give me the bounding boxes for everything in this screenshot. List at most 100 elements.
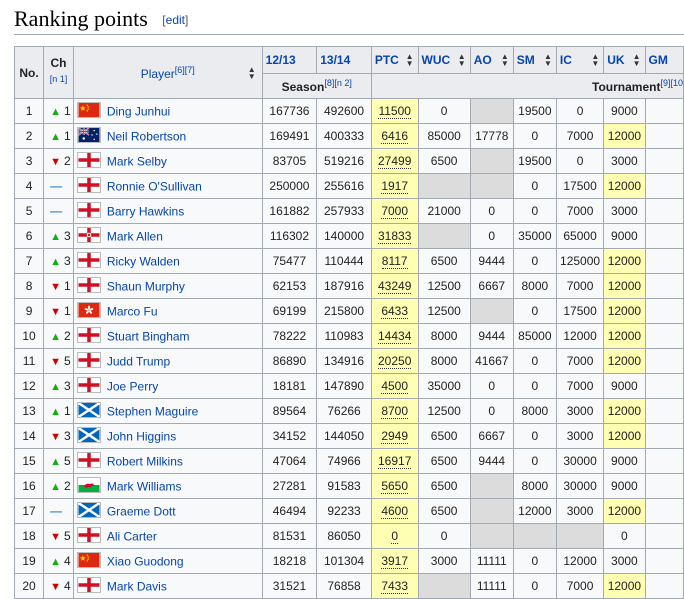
ptc-points[interactable]: 1917 xyxy=(370,173,419,199)
player-link[interactable]: Mark Selby xyxy=(107,154,167,168)
sm-points: 8000 xyxy=(512,398,557,424)
header-no[interactable]: No. xyxy=(13,46,45,99)
player-cell: Graeme Dott xyxy=(72,498,263,524)
player-link[interactable]: Judd Trump xyxy=(107,354,170,368)
ptc-points[interactable]: 43249 xyxy=(370,273,419,299)
ptc-points-value[interactable]: 14434 xyxy=(378,329,412,344)
header-col-wuc[interactable]: WUC ▲ ▼ xyxy=(417,46,471,74)
header-change[interactable]: Ch [n 1] xyxy=(43,46,74,99)
edit-link[interactable]: edit xyxy=(166,13,185,27)
header-col-uk[interactable]: UK ▲ ▼ xyxy=(603,46,646,74)
sm-points: 0 xyxy=(512,123,557,149)
sort-icon[interactable]: ▲ ▼ xyxy=(248,65,256,80)
player-link[interactable]: Mark Williams xyxy=(107,479,182,493)
ptc-points[interactable]: 11500 xyxy=(370,98,419,124)
ptc-points-value[interactable]: 5650 xyxy=(381,479,409,494)
ptc-points[interactable]: 3917 xyxy=(370,548,419,574)
player-link[interactable]: Ricky Walden xyxy=(107,254,180,268)
ptc-points[interactable]: 4600 xyxy=(370,498,419,524)
player-link[interactable]: Graeme Dott xyxy=(107,504,176,518)
header-player[interactable]: Player[6][7] ▲ ▼ xyxy=(72,46,263,99)
ptc-points[interactable]: 6433 xyxy=(370,298,419,324)
header-tournament-note[interactable]: [9][10 xyxy=(660,78,682,88)
ptc-points-value[interactable]: 6416 xyxy=(381,129,409,144)
rank-change: ▲ 1 xyxy=(43,123,74,149)
player-link[interactable]: Ronnie O'Sullivan xyxy=(107,179,202,193)
change-value: 5 xyxy=(63,529,71,543)
ptc-points[interactable]: 27499 xyxy=(370,148,419,174)
header-col-ic[interactable]: IC ▲ ▼ xyxy=(555,46,605,74)
ptc-points-value[interactable]: 4500 xyxy=(381,379,409,394)
header-col-sm[interactable]: SM ▲ ▼ xyxy=(512,46,557,74)
rank-number: 5 xyxy=(13,198,45,224)
player-link[interactable]: Joe Perry xyxy=(107,379,158,393)
ptc-points[interactable]: 5650 xyxy=(370,473,419,499)
header-col-ptc[interactable]: PTC ▲ ▼ xyxy=(370,46,419,74)
header-col-ao[interactable]: AO ▲ ▼ xyxy=(469,46,514,74)
header-col-1213[interactable]: 12/13 xyxy=(261,46,318,74)
player-link[interactable]: Ali Carter xyxy=(107,529,157,543)
ptc-points[interactable]: 20250 xyxy=(370,348,419,374)
ptc-points-value[interactable]: 6433 xyxy=(381,304,409,319)
ptc-points[interactable]: 6416 xyxy=(370,123,419,149)
ptc-points[interactable]: 2949 xyxy=(370,423,419,449)
ptc-points-value[interactable]: 4600 xyxy=(381,504,409,519)
header-season-note[interactable]: [8][n 2] xyxy=(324,78,352,88)
player-link[interactable]: Xiao Guodong xyxy=(107,554,184,568)
player-link[interactable]: Robert Milkins xyxy=(107,454,183,468)
rank-number: 20 xyxy=(13,573,45,599)
ptc-points[interactable]: 8117 xyxy=(370,248,419,274)
sort-icon[interactable]: ▲ ▼ xyxy=(406,53,414,68)
player-link[interactable]: John Higgins xyxy=(107,429,176,443)
ptc-points[interactable]: 8700 xyxy=(370,398,419,424)
ptc-points[interactable]: 4500 xyxy=(370,373,419,399)
uk-points: 12000 xyxy=(603,298,646,324)
ptc-points-value[interactable]: 8117 xyxy=(381,254,408,269)
ptc-points-value[interactable]: 20250 xyxy=(378,354,412,369)
sort-icon[interactable]: ▲ ▼ xyxy=(458,53,466,68)
sort-icon[interactable]: ▲ ▼ xyxy=(501,53,509,68)
ptc-points[interactable]: 0 xyxy=(370,523,419,549)
player-link[interactable]: Ding Junhui xyxy=(107,104,170,118)
ptc-points-value[interactable]: 1917 xyxy=(381,179,409,194)
uk-points: 9000 xyxy=(603,373,646,399)
header-player-note[interactable]: [6][7] xyxy=(175,65,195,75)
season-1314-points: 101304 xyxy=(316,548,372,574)
ptc-points-value[interactable]: 8700 xyxy=(381,404,409,419)
rank-up-icon: ▲ xyxy=(50,331,61,343)
ptc-points-value[interactable]: 27499 xyxy=(378,154,412,169)
header-change-note[interactable]: [n 1] xyxy=(50,74,68,84)
ptc-points-value[interactable]: 31833 xyxy=(378,229,412,244)
england-flag xyxy=(76,576,101,596)
sort-icon[interactable]: ▲ ▼ xyxy=(633,53,641,68)
ptc-points-value[interactable]: 0 xyxy=(391,529,399,544)
season-1314-points: 257933 xyxy=(316,198,372,224)
header-col-gm[interactable]: GM xyxy=(644,46,684,74)
ptc-points-value[interactable]: 2949 xyxy=(381,429,409,444)
ptc-points[interactable]: 16917 xyxy=(370,448,419,474)
ptc-points-value[interactable]: 3917 xyxy=(381,554,409,569)
ptc-points-value[interactable]: 43249 xyxy=(378,279,412,294)
ptc-points[interactable]: 14434 xyxy=(370,323,419,349)
player-link[interactable]: Mark Allen xyxy=(107,229,163,243)
ptc-points[interactable]: 7000 xyxy=(370,198,419,224)
player-link[interactable]: Barry Hawkins xyxy=(107,204,184,218)
ranking-table: No. Ch [n 1] Player[6][7] ▲ ▼ 12/13 13/14… xyxy=(13,46,684,599)
ptc-points-value[interactable]: 7000 xyxy=(381,204,409,219)
header-col-1314[interactable]: 13/14 xyxy=(316,46,372,74)
ptc-points-value[interactable]: 16917 xyxy=(378,454,412,469)
player-link[interactable]: Mark Davis xyxy=(107,579,167,593)
ptc-points[interactable]: 7433 xyxy=(370,573,419,599)
wuc-points: 6500 xyxy=(417,248,471,274)
player-link[interactable]: Marco Fu xyxy=(107,304,158,318)
ao-points: 6667 xyxy=(469,273,514,299)
player-link[interactable]: Stuart Bingham xyxy=(107,329,190,343)
player-link[interactable]: Shaun Murphy xyxy=(107,279,185,293)
ptc-points[interactable]: 31833 xyxy=(370,223,419,249)
sort-icon[interactable]: ▲ ▼ xyxy=(544,53,552,68)
ptc-points-value[interactable]: 11500 xyxy=(378,104,411,119)
player-link[interactable]: Stephen Maguire xyxy=(107,404,198,418)
player-link[interactable]: Neil Robertson xyxy=(107,129,186,143)
rank-number: 18 xyxy=(13,523,45,549)
sort-icon[interactable]: ▲ ▼ xyxy=(591,53,599,68)
